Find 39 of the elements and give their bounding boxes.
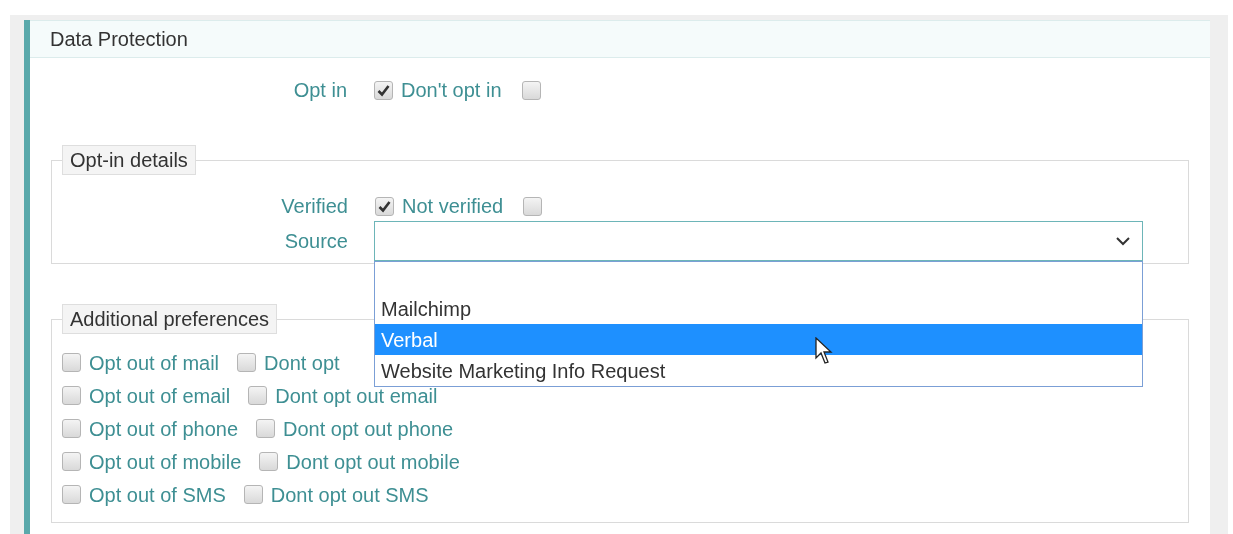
field-label: Opt in <box>292 78 347 103</box>
checkbox-label: Dont opt out email <box>275 383 438 409</box>
checkmark-icon <box>377 83 390 97</box>
checkbox[interactable] <box>248 386 268 405</box>
checkbox[interactable] <box>62 452 81 471</box>
checkbox[interactable] <box>62 485 81 504</box>
checkbox-label: Dont opt <box>264 350 340 376</box>
field-label: Verified <box>280 194 348 219</box>
checkbox[interactable] <box>62 386 81 405</box>
checkmark-icon <box>378 199 391 213</box>
dropdown-option[interactable]: Mailchimp <box>375 293 1142 324</box>
checkbox[interactable] <box>259 452 279 471</box>
checkbox[interactable] <box>374 80 393 100</box>
mouse-cursor-icon <box>815 337 835 365</box>
checkbox[interactable] <box>62 419 81 438</box>
checkbox[interactable] <box>521 80 541 100</box>
checkbox[interactable] <box>62 353 81 372</box>
section-legend: Opt-in details <box>62 145 196 175</box>
checkbox-label: Dont opt out mobile <box>286 449 460 475</box>
checkbox-label: Don't opt in <box>401 78 502 103</box>
checkbox-label: Opt out of mail <box>89 350 220 376</box>
dropdown-option[interactable]: Website Marketing Info Request <box>375 355 1142 386</box>
checkbox-label: Opt out of SMS <box>89 482 226 508</box>
checkbox-label: Opt out of email <box>89 383 231 409</box>
checkbox-label: Not verified <box>402 194 504 219</box>
source-dropdown[interactable] <box>374 221 1143 261</box>
section-legend: Additional preferences <box>62 304 277 334</box>
checkbox-label: Opt out of mobile <box>89 449 242 475</box>
checkbox-label: Dont opt out SMS <box>270 482 429 508</box>
checkbox-label: Dont opt out phone <box>283 416 454 442</box>
checkbox[interactable] <box>243 485 263 504</box>
checkbox-label: Opt out of phone <box>89 416 238 442</box>
checkbox[interactable] <box>256 419 275 438</box>
panel-title: Data Protection <box>50 27 188 52</box>
checkbox[interactable] <box>237 353 257 372</box>
checkbox[interactable] <box>523 196 543 216</box>
chevron-down-icon <box>1116 236 1130 246</box>
checkbox[interactable] <box>375 196 394 216</box>
field-label: Source <box>283 229 348 254</box>
